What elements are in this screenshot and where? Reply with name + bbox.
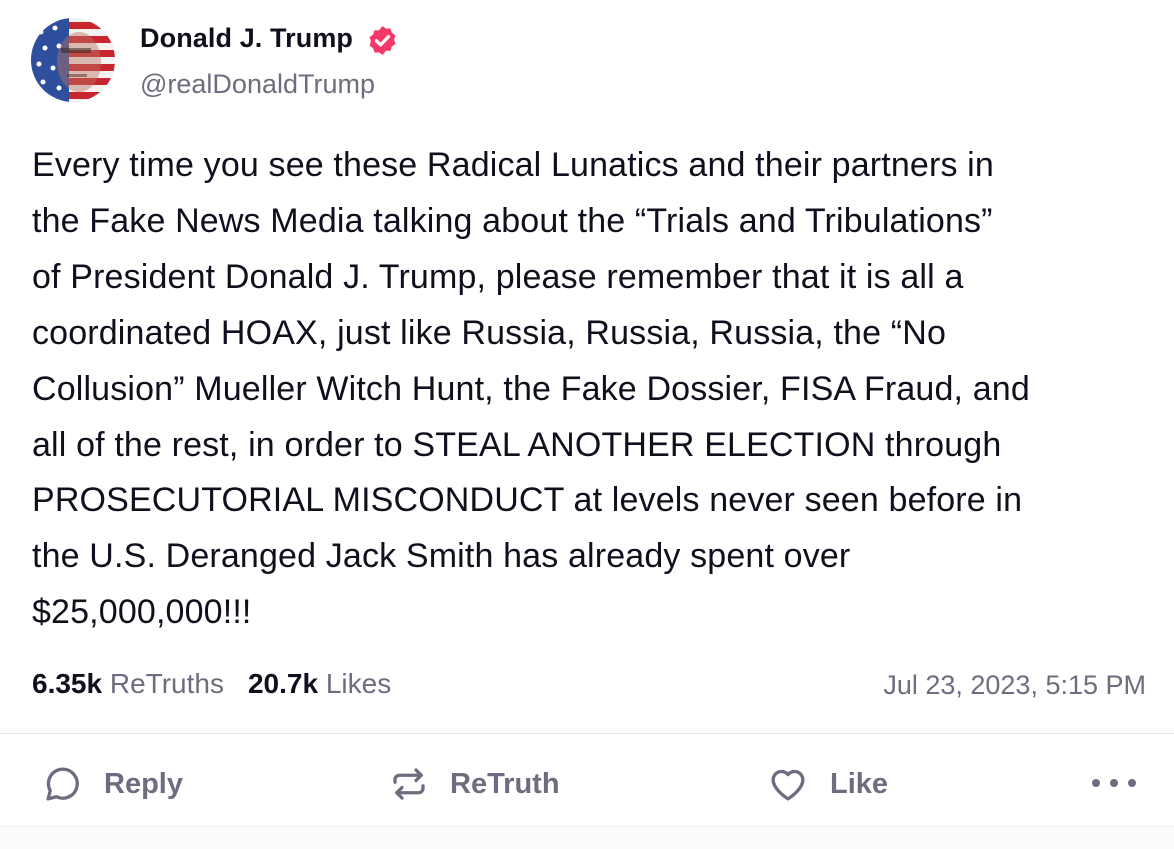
retruth-label: ReTruth [450, 767, 560, 800]
like-label: Like [830, 767, 889, 800]
reply-label: Reply [104, 767, 183, 800]
like-button[interactable]: Like [766, 758, 888, 810]
display-name[interactable]: Donald J. Trump [140, 23, 353, 54]
avatar[interactable] [31, 18, 115, 102]
reply-icon [46, 767, 79, 801]
more-dot [1110, 779, 1118, 787]
retruth-icon [393, 768, 425, 800]
verified-badge-icon [369, 26, 396, 55]
avatar-image [31, 18, 115, 102]
truth-post: Donald J. Trump @realDonaldTrump Every t… [0, 0, 1174, 849]
post-timestamp[interactable]: Jul 23, 2023, 5:15 PM [883, 670, 1146, 701]
divider [0, 733, 1174, 734]
next-post-edge [0, 826, 1174, 849]
handle[interactable]: @realDonaldTrump [140, 69, 375, 100]
post-body: Every time you see these Radical Lunatic… [32, 146, 1030, 632]
more-dots-icon[interactable] [1092, 768, 1136, 798]
retruths-count[interactable]: 6.35k [32, 668, 102, 699]
likes-count[interactable]: 20.7k [248, 668, 318, 699]
reply-button[interactable]: Reply [42, 758, 183, 810]
retruths-label[interactable]: ReTruths [110, 668, 224, 699]
more-dot [1092, 779, 1100, 787]
likes-label[interactable]: Likes [326, 668, 391, 699]
more-dot [1128, 779, 1136, 787]
heart-icon [771, 769, 805, 801]
engagement-stats: 6.35k ReTruths 20.7k Likes [32, 668, 391, 700]
retruth-button[interactable]: ReTruth [388, 758, 560, 810]
